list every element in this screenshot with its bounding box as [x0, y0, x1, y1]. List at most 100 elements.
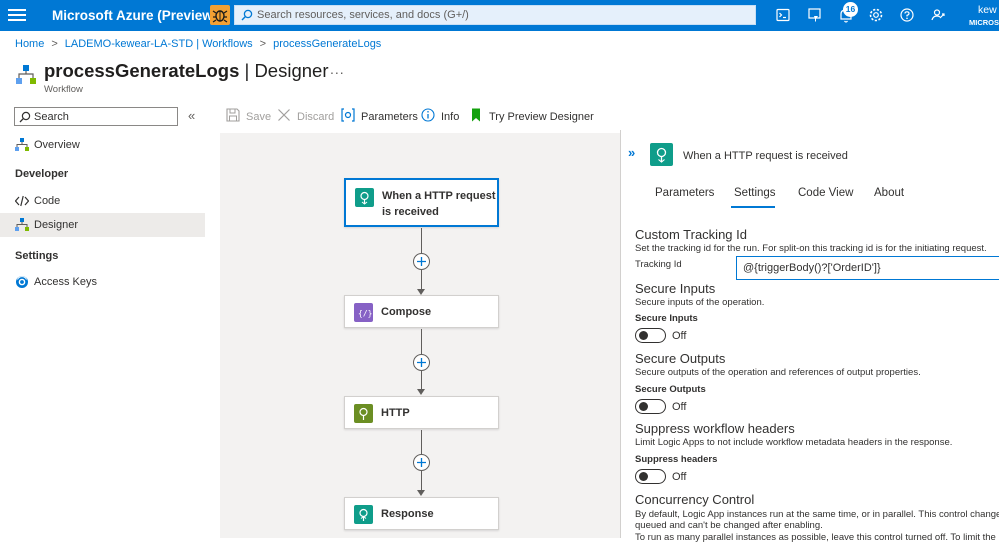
trigger-card[interactable]: When a HTTP request is received	[344, 178, 499, 227]
more-options-icon[interactable]: ...	[330, 61, 345, 77]
account-name[interactable]: kew	[978, 4, 997, 16]
workflow-name: processGenerateLogs	[44, 60, 240, 81]
compose-icon: {/}	[354, 303, 373, 322]
discard-icon	[277, 108, 291, 122]
global-search-box[interactable]	[234, 5, 756, 25]
info-label: Info	[441, 111, 460, 123]
connector-line	[421, 471, 422, 490]
http-label: HTTP	[381, 407, 410, 419]
parameters-icon	[341, 108, 355, 122]
tab-parameters[interactable]: Parameters	[655, 187, 714, 199]
access-keys-icon	[15, 275, 29, 289]
breadcrumb: Home > LADEMO-kewear-LA-STD | Workflows > pr…	[15, 38, 381, 50]
section-desc-secure-inputs: Secure inputs of the operation.	[635, 297, 765, 308]
section-desc-tracking: Set the tracking id for the run. For spl…	[635, 243, 987, 254]
nav-item-access-keys[interactable]: Access Keys	[0, 270, 205, 294]
response-icon	[354, 505, 373, 524]
nav-item-overview[interactable]: Overview	[0, 133, 205, 157]
suppress-headers-label: Suppress headers	[635, 454, 718, 465]
save-icon	[226, 108, 240, 122]
bug-icon[interactable]	[210, 5, 230, 25]
nav-item-code[interactable]: Code	[0, 189, 205, 213]
nav-item-label: Designer	[34, 219, 79, 231]
suppress-headers-toggle[interactable]	[635, 469, 666, 484]
http-request-trigger-icon	[355, 188, 374, 207]
tab-code-view[interactable]: Code View	[798, 187, 853, 199]
insert-step-plus-icon[interactable]	[413, 454, 430, 471]
section-title-secure-outputs: Secure Outputs	[635, 351, 726, 366]
tab-settings[interactable]: Settings	[734, 187, 776, 199]
nav-search-box[interactable]	[14, 107, 178, 126]
section-desc-suppress: Limit Logic Apps to not include workflow…	[635, 437, 953, 448]
top-bar: Microsoft Azure (Preview) 16 kew MICROSO	[0, 0, 999, 31]
section-title-secure-inputs: Secure Inputs	[635, 281, 716, 296]
code-icon	[15, 194, 29, 208]
secure-inputs-label: Secure Inputs	[635, 313, 698, 324]
parameters-label: Parameters	[361, 111, 418, 123]
search-icon	[241, 9, 253, 21]
trigger-label: When a HTTP request is received	[382, 190, 496, 218]
try-preview-designer-label: Try Preview Designer	[489, 111, 594, 123]
section-desc-concurrency: By default, Logic App instances run at t…	[635, 509, 999, 520]
nav-search-input[interactable]	[34, 108, 174, 125]
connector-line	[421, 270, 422, 289]
tab-about[interactable]: About	[874, 187, 904, 199]
section-title-tracking: Custom Tracking Id	[635, 227, 747, 242]
secure-outputs-state: Off	[672, 401, 687, 413]
nav-item-designer[interactable]: Designer	[0, 213, 205, 237]
breadcrumb-separator-icon: >	[51, 38, 58, 50]
toggle-knob	[639, 402, 648, 411]
http-card[interactable]: HTTP	[344, 396, 499, 429]
help-icon[interactable]	[897, 5, 917, 25]
page-title-suffix: | Designer	[239, 60, 329, 81]
toggle-knob	[639, 472, 648, 481]
compose-label: Compose	[381, 306, 432, 318]
breadcrumb-separator-icon: >	[259, 38, 267, 50]
account-tenant[interactable]: MICROSO	[969, 18, 999, 27]
svg-text:{/}: {/}	[358, 309, 372, 318]
expand-panel-icon[interactable]: »	[628, 145, 635, 160]
secure-inputs-state: Off	[672, 330, 687, 342]
nav-item-label: Code	[34, 195, 61, 207]
save-label: Save	[246, 111, 272, 123]
tracking-id-input[interactable]	[736, 256, 999, 280]
brand-name[interactable]: Microsoft Azure (Preview)	[52, 8, 217, 23]
nav-item-label: Overview	[34, 139, 80, 151]
panel-title: When a HTTP request is received	[683, 150, 848, 162]
breadcrumb-home[interactable]: Home	[15, 38, 44, 50]
secure-outputs-label: Secure Outputs	[635, 384, 706, 395]
global-search-input[interactable]	[257, 6, 752, 24]
secure-inputs-toggle[interactable]	[635, 328, 666, 343]
bookmark-flag-icon	[469, 108, 483, 122]
section-desc-secure-outputs: Secure outputs of the operation and refe…	[635, 367, 921, 378]
section-title-suppress: Suppress workflow headers	[635, 421, 795, 436]
collapse-nav-icon[interactable]: «	[188, 108, 195, 123]
section-desc-concurrency-2: queued and can't be changed after enabli…	[635, 520, 823, 531]
nav-item-label: Access Keys	[34, 276, 97, 288]
nav-heading-developer: Developer	[15, 168, 69, 180]
response-label: Response	[381, 508, 434, 520]
workflow-overview-icon	[15, 138, 29, 152]
designer-icon	[15, 218, 29, 232]
connector-line	[421, 371, 422, 389]
section-title-concurrency: Concurrency Control	[635, 492, 755, 507]
response-card[interactable]: Response	[344, 497, 499, 530]
directory-filter-icon[interactable]	[805, 5, 825, 25]
suppress-headers-state: Off	[672, 471, 687, 483]
secure-outputs-toggle[interactable]	[635, 399, 666, 414]
feedback-icon[interactable]	[928, 5, 948, 25]
connector-line	[421, 430, 422, 455]
compose-card[interactable]: {/} Compose	[344, 295, 499, 328]
breadcrumb-workflow[interactable]: processGenerateLogs	[273, 38, 381, 50]
http-request-trigger-icon	[650, 143, 673, 166]
insert-step-plus-icon[interactable]	[413, 253, 430, 270]
breadcrumb-workflows[interactable]: LADEMO-kewear-LA-STD | Workflows	[65, 38, 253, 50]
tracking-id-label: Tracking Id	[635, 259, 682, 270]
connector-arrow-icon	[417, 389, 425, 395]
page-subtitle: Workflow	[44, 84, 83, 95]
page-title: processGenerateLogs | Designer	[44, 60, 328, 82]
cloud-shell-icon[interactable]	[773, 5, 793, 25]
insert-step-plus-icon[interactable]	[413, 354, 430, 371]
settings-gear-icon[interactable]	[866, 5, 886, 25]
hamburger-menu-icon[interactable]	[8, 7, 26, 23]
